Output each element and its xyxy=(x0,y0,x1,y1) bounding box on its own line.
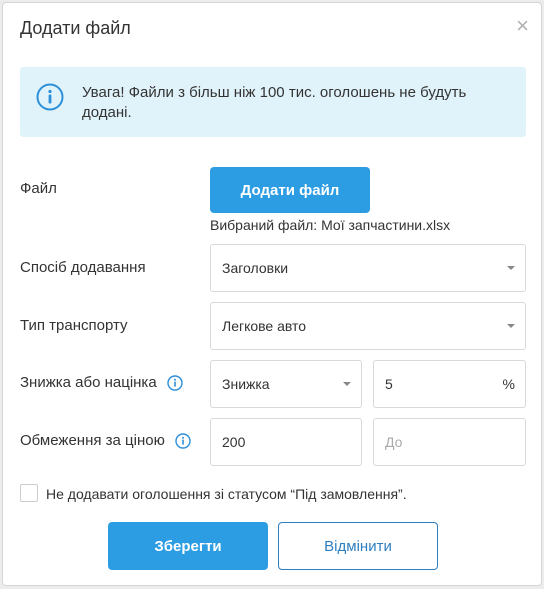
discount-label-row: Знижка або націнка xyxy=(20,374,183,391)
transport-label: Тип транспорту xyxy=(20,317,128,334)
transport-select-value: Легкове авто xyxy=(222,318,307,334)
add-file-dialog: Додати файл × Увага! Файли з більш ніж 1… xyxy=(2,2,542,586)
price-from-value: 200 xyxy=(222,434,246,450)
close-icon[interactable]: × xyxy=(516,15,529,37)
info-icon[interactable] xyxy=(175,433,191,449)
info-icon xyxy=(36,83,64,111)
discount-type-select[interactable]: Знижка xyxy=(210,360,362,408)
save-button[interactable]: Зберегти xyxy=(108,522,268,570)
method-select[interactable]: Заголовки xyxy=(210,244,526,292)
discount-type-value: Знижка xyxy=(222,376,270,392)
alert-text: Увага! Файли з більш ніж 100 тис. оголош… xyxy=(82,84,467,121)
price-to-input[interactable]: До xyxy=(373,418,526,466)
method-select-value: Заголовки xyxy=(222,260,289,276)
discount-label: Знижка або націнка xyxy=(20,374,157,391)
selected-file-text: Вибраний файл: Мої запчастини.xlsx xyxy=(210,217,451,233)
dialog-title: Додати файл xyxy=(20,18,131,38)
discount-amount-value: 5 xyxy=(385,376,393,392)
warning-alert: Увага! Файли з більш ніж 100 тис. оголош… xyxy=(20,67,526,137)
add-file-button[interactable]: Додати файл xyxy=(210,167,370,213)
chevron-down-icon xyxy=(507,324,515,328)
discount-amount-input[interactable]: 5 % xyxy=(373,360,526,408)
price-limit-label-row: Обмеження за ціною xyxy=(20,432,191,449)
price-from-input[interactable]: 200 xyxy=(210,418,362,466)
on-order-checkbox[interactable] xyxy=(20,484,38,502)
info-icon[interactable] xyxy=(167,375,183,391)
price-limit-label: Обмеження за ціною xyxy=(20,432,165,449)
method-label: Спосіб додавання xyxy=(20,259,146,276)
percent-suffix: % xyxy=(502,376,515,392)
price-to-placeholder: До xyxy=(385,434,403,450)
cancel-button[interactable]: Відмінити xyxy=(278,522,438,570)
chevron-down-icon xyxy=(507,266,515,270)
transport-select[interactable]: Легкове авто xyxy=(210,302,526,350)
file-label: Файл xyxy=(20,180,57,197)
chevron-down-icon xyxy=(343,382,351,386)
on-order-checkbox-label[interactable]: Не додавати оголошення зі статусом “Під … xyxy=(46,486,407,502)
